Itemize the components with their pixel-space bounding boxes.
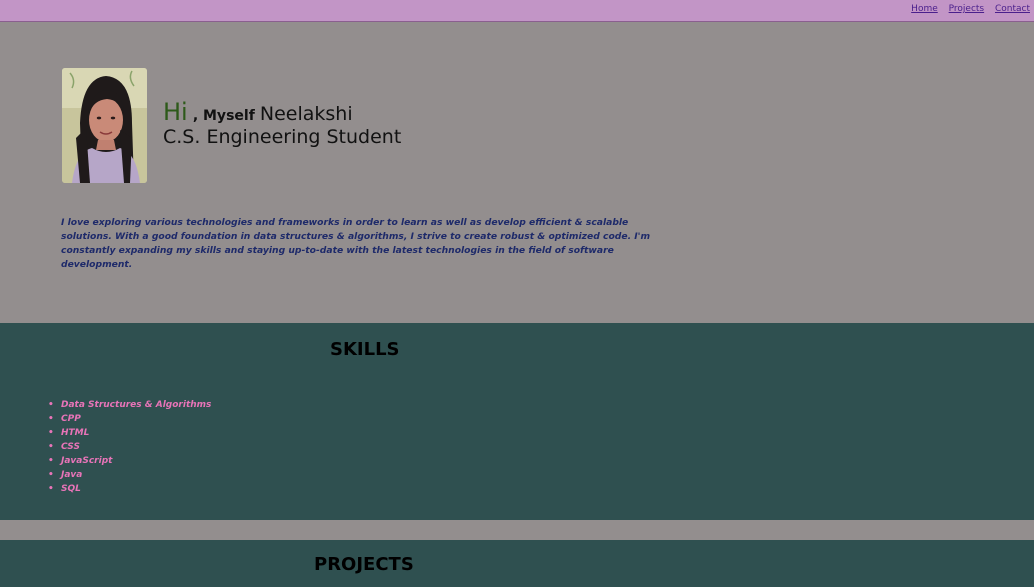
hero-section: Hi , Myself Neelakshi C.S. Engineering S… — [0, 22, 1034, 323]
intro-heading: Hi , Myself Neelakshi C.S. Engineering S… — [163, 98, 401, 148]
greeting-hi: Hi — [163, 98, 188, 126]
list-item: • Data Structures & Algorithms — [48, 398, 211, 412]
bullet-icon: • — [48, 414, 54, 424]
list-item: • HTML — [48, 426, 211, 440]
projects-section: PROJECTS — [0, 540, 1034, 587]
bullet-icon: • — [48, 428, 54, 438]
section-divider — [0, 520, 1034, 540]
skills-section: SKILLS • Data Structures & Algorithms • CP… — [0, 323, 1034, 520]
skill-label: JavaScript — [61, 456, 113, 466]
projects-title: PROJECTS — [314, 554, 414, 575]
skills-title: SKILLS — [330, 339, 400, 360]
skill-label: SQL — [61, 484, 81, 494]
list-item: • SQL — [48, 482, 211, 496]
profile-photo — [62, 68, 147, 183]
bullet-icon: • — [48, 484, 54, 494]
greeting-line: Hi , Myself Neelakshi — [163, 98, 401, 126]
top-navbar: Home Projects Contact — [0, 0, 1034, 22]
list-item: • CPP — [48, 412, 211, 426]
skill-label: CPP — [61, 414, 81, 424]
nav-links: Home Projects Contact — [903, 4, 1030, 14]
skill-label: Data Structures & Algorithms — [61, 400, 212, 410]
nav-link-contact[interactable]: Contact — [995, 4, 1030, 14]
greeting-myself: , Myself — [192, 108, 255, 124]
skill-label: Java — [61, 470, 83, 480]
skill-label: CSS — [61, 442, 80, 452]
bullet-icon: • — [48, 470, 54, 480]
nav-link-projects[interactable]: Projects — [949, 4, 984, 14]
list-item: • CSS — [48, 440, 211, 454]
skill-list: • Data Structures & Algorithms • CPP • HTML… — [48, 398, 211, 496]
role-title: C.S. Engineering Student — [163, 126, 402, 148]
bullet-icon: • — [48, 400, 54, 410]
about-paragraph: I love exploring various technologies an… — [61, 217, 651, 271]
list-item: • Java — [48, 468, 211, 482]
greeting-name: Neelakshi — [259, 103, 353, 125]
list-item: • JavaScript — [48, 454, 211, 468]
bullet-icon: • — [48, 442, 54, 452]
bullet-icon: • — [48, 456, 54, 466]
skill-label: HTML — [61, 428, 90, 438]
nav-link-home[interactable]: Home — [911, 4, 938, 14]
